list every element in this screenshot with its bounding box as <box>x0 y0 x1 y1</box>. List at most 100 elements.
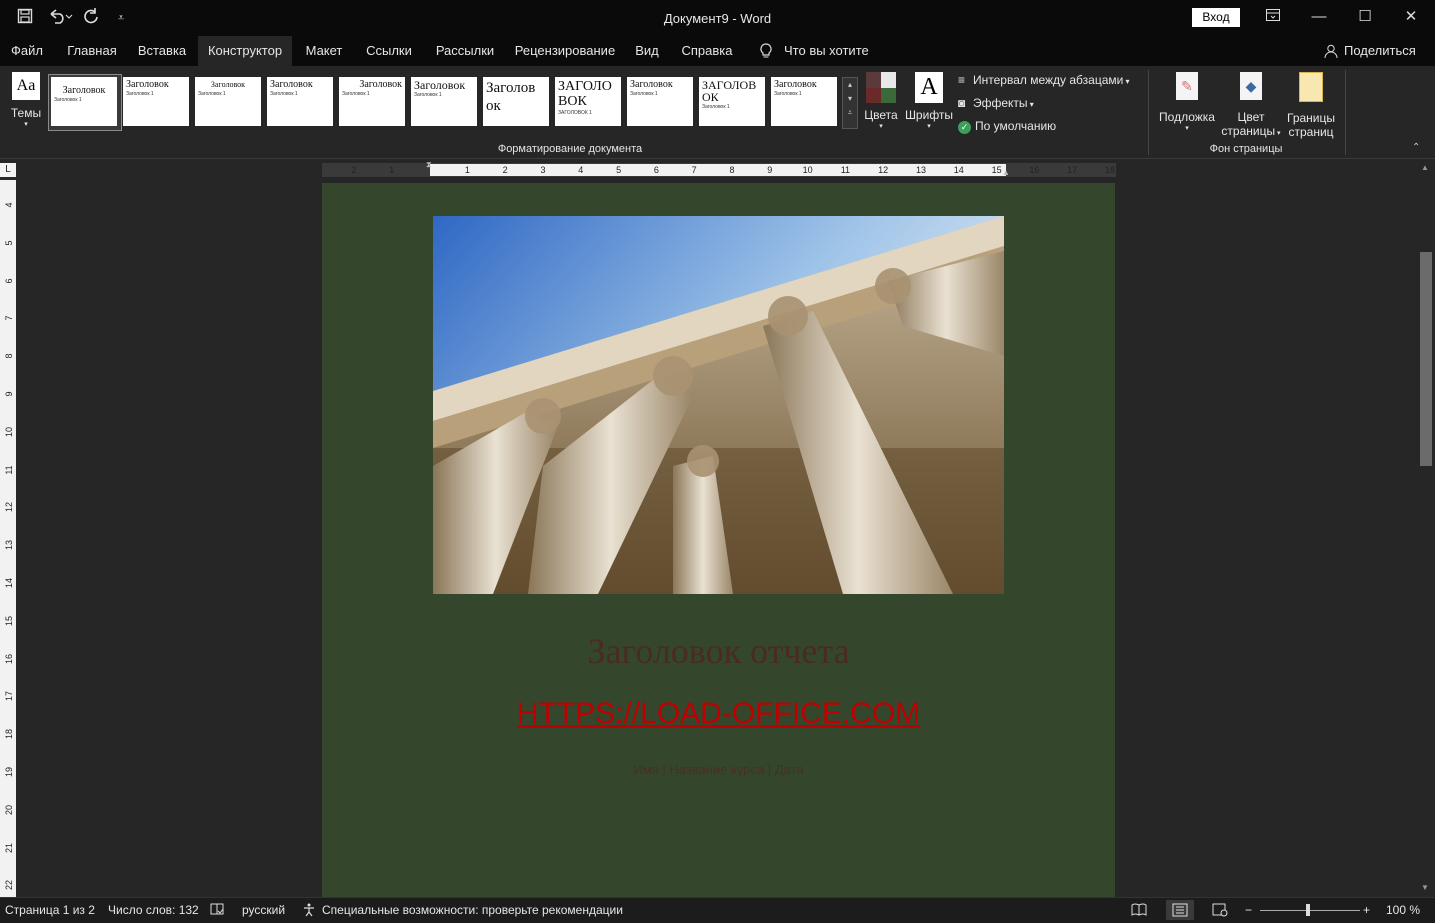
indent-marker-icon[interactable]: ⧗ <box>426 160 434 180</box>
ruler-tick-label: 14 <box>953 165 964 175</box>
vertical-ruler-tick-label: 8 <box>4 353 14 359</box>
tab-selector[interactable]: L <box>0 163 16 177</box>
paragraph-spacing-button[interactable]: ≡ Интервал между абзацами ▾ <box>958 73 1130 87</box>
colors-icon <box>866 72 896 103</box>
ruler-tick-label: 3 <box>540 165 546 175</box>
ruler-tick-label: 17 <box>1067 165 1078 175</box>
accessibility-status[interactable]: Специальные возможности: проверьте реком… <box>322 903 623 917</box>
style-set-item[interactable]: Заголовок Заголовок 1 <box>123 77 189 126</box>
tab-mailings[interactable]: Рассылки <box>432 36 498 66</box>
tab-view[interactable]: Вид <box>632 36 662 66</box>
accessibility-icon[interactable] <box>302 903 317 920</box>
vertical-ruler-tick-label: 17 <box>4 691 14 702</box>
tab-review[interactable]: Рецензирование <box>512 36 618 66</box>
chevron-down-icon: ▾ <box>1027 100 1034 109</box>
tab-home[interactable]: Главная <box>62 36 122 66</box>
tab-design[interactable]: Конструктор <box>198 36 292 66</box>
style-set-item[interactable]: Заголов ок <box>483 77 549 126</box>
share-button[interactable]: Поделиться <box>1344 36 1416 66</box>
ruler-tick-label: 6 <box>653 165 659 175</box>
page-borders-icon <box>1299 72 1323 102</box>
style-set-item[interactable]: Заголовок Заголовок 1 <box>771 77 837 126</box>
fonts-label: Шрифты <box>904 108 954 122</box>
report-title[interactable]: Заголовок отчета <box>322 630 1115 672</box>
gallery-scroll[interactable]: ▴ ▾ ⩡ <box>842 77 858 129</box>
vertical-ruler-tick-label: 9 <box>4 391 14 397</box>
scrollbar-thumb[interactable] <box>1420 252 1432 466</box>
cover-photo[interactable] <box>433 216 1004 594</box>
fonts-button[interactable]: A Шрифты ▾ <box>903 72 955 136</box>
style-set-item[interactable]: Заголовок Заголовок 1 <box>411 77 477 126</box>
group-divider <box>1148 70 1149 155</box>
ruler-tick-label: 2 <box>351 165 357 175</box>
themes-button[interactable]: Aa Темы ▾ <box>8 72 44 134</box>
chevron-down-icon[interactable]: ▾ <box>843 92 857 106</box>
chevron-up-icon[interactable]: ▴ <box>843 78 857 92</box>
zoom-slider[interactable] <box>1260 910 1360 911</box>
vertical-ruler-tick-label: 4 <box>4 202 14 208</box>
maximize-icon[interactable]: ☐ <box>1350 6 1380 28</box>
tab-file[interactable]: Файл <box>6 36 48 66</box>
zoom-level[interactable]: 100 % <box>1386 903 1420 917</box>
web-layout-icon[interactable] <box>1212 903 1228 920</box>
tell-me-input[interactable]: Что вы хотите сделать? <box>784 36 916 88</box>
report-meta[interactable]: Имя | Название курса | Дата <box>322 762 1115 777</box>
collapse-ribbon-icon[interactable]: ⌃ <box>1412 142 1420 153</box>
report-link[interactable]: HTTPS://LOAD-OFFICE.COM <box>322 697 1115 731</box>
paragraph-spacing-icon: ≡ <box>958 73 966 87</box>
scroll-down-icon[interactable]: ▼ <box>1421 883 1429 892</box>
ruler-tick-label: 1 <box>389 165 395 175</box>
close-icon[interactable]: ✕ <box>1396 6 1426 28</box>
share-user-icon[interactable] <box>1322 36 1340 66</box>
vertical-ruler-tick-label: 14 <box>4 578 14 589</box>
colors-button[interactable]: Цвета ▾ <box>862 72 900 136</box>
sign-in-button[interactable]: Вход <box>1192 8 1240 27</box>
group-divider <box>1345 70 1346 155</box>
tab-layout[interactable]: Макет <box>300 36 348 66</box>
language[interactable]: русский <box>242 903 285 917</box>
watermark-icon: ✎ <box>1176 72 1198 100</box>
vertical-ruler-tick-label: 21 <box>4 842 14 853</box>
page-borders-button[interactable]: Границы страниц <box>1284 72 1338 142</box>
effects-button[interactable]: ◙ Эффекты ▾ <box>958 96 1034 110</box>
ruler-tick-label: 1 <box>464 165 470 175</box>
ribbon-tabs: Файл Главная Вставка Конструктор Макет С… <box>0 36 1435 88</box>
set-as-default-button[interactable]: ✓ По умолчанию <box>958 119 1056 134</box>
proofing-icon[interactable] <box>210 903 224 919</box>
tab-help[interactable]: Справка <box>678 36 736 66</box>
ribbon-display-icon[interactable] <box>1258 6 1288 28</box>
page-borders-label: Границы <box>1287 111 1335 125</box>
status-bar: Страница 1 из 2 Число слов: 132 русский … <box>0 897 1435 923</box>
style-set-item[interactable]: Заголовок Заголовок 1 <box>51 77 117 126</box>
zoom-slider-thumb[interactable] <box>1306 904 1310 916</box>
page-count[interactable]: Страница 1 из 2 <box>5 903 95 917</box>
read-mode-icon[interactable] <box>1131 903 1147 919</box>
watermark-label: Подложка <box>1159 110 1215 124</box>
style-set-item[interactable]: ЗАГОЛО ВОК ЗАГОЛОВОК 1 <box>555 77 621 126</box>
style-set-item[interactable]: Заголовок Заголовок 1 <box>195 77 261 126</box>
chevron-down-icon: ▾ <box>1185 125 1189 132</box>
watermark-button[interactable]: ✎ Подложка ▾ <box>1156 72 1218 136</box>
ruler-tick-label: 2 <box>502 165 508 175</box>
style-set-item[interactable]: Заголовок Заголовок 1 <box>267 77 333 126</box>
zoom-in-icon[interactable]: + <box>1363 903 1370 917</box>
page-color-button[interactable]: ◆ Цвет страницы ▾ <box>1218 72 1284 142</box>
scroll-up-icon[interactable]: ▲ <box>1421 163 1429 172</box>
chevron-down-icon: ▾ <box>24 121 28 128</box>
tab-references[interactable]: Ссылки <box>362 36 416 66</box>
lightbulb-icon[interactable] <box>756 36 776 66</box>
effects-label: Эффекты <box>973 96 1028 110</box>
print-layout-icon[interactable] <box>1166 900 1194 920</box>
tab-insert[interactable]: Вставка <box>134 36 190 66</box>
style-set-item[interactable]: ЗАГОЛОВ ОК Заголовок 1 <box>699 77 765 126</box>
zoom-out-icon[interactable]: − <box>1245 903 1252 917</box>
page-color-label: Цвет <box>1237 110 1265 124</box>
minimize-icon[interactable]: — <box>1304 6 1334 28</box>
page-color-label-2: страницы <box>1221 124 1276 138</box>
style-set-item[interactable]: Заголовок Заголовок 1 <box>339 77 405 126</box>
style-set-item[interactable]: Заголовок Заголовок 1 <box>627 77 693 126</box>
ruler-tick-label: 16 <box>1029 165 1040 175</box>
gallery-more-icon[interactable]: ⩡ <box>843 106 857 120</box>
word-count[interactable]: Число слов: 132 <box>108 903 199 917</box>
right-indent-icon[interactable]: ▲ <box>1002 168 1010 177</box>
